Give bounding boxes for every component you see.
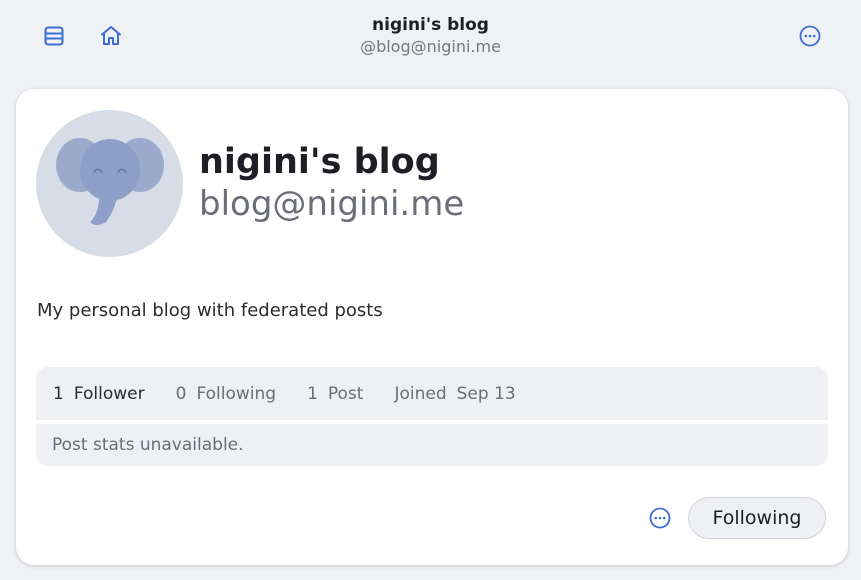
joined-date: Sep 13 [456,383,516,404]
header-title: nigini's blog [372,15,489,35]
profile-card: nigini's blog blog@nigini.me My personal… [16,89,848,565]
profile-stats: 1 Follower 0 Following 1 Post Joined Sep… [36,367,828,420]
header-subtitle: @blog@nigini.me [360,37,501,56]
posts-label: Post [327,383,364,404]
profile-more-icon[interactable] [647,505,673,531]
top-bar: nigini's blog @blog@nigini.me [0,0,861,74]
followers-label: Follower [73,383,145,404]
following-count: 0 [175,383,187,404]
following-button[interactable]: Following [688,497,826,539]
followers-count: 1 [53,383,64,404]
elephant-avatar-icon [56,138,164,225]
handle: blog@nigini.me [199,184,465,224]
post-stats-text: Post stats unavailable. [52,435,244,455]
bio: My personal blog with federated posts [37,300,383,321]
joined-stat: Joined Sep 13 [394,384,515,404]
joined-label: Joined [394,383,447,404]
following-stat[interactable]: 0 Following [176,384,276,404]
post-stats-panel: Post stats unavailable. [36,424,828,466]
more-icon[interactable] [792,18,828,54]
following-label: Following [196,383,277,404]
avatar[interactable] [36,110,183,257]
followers-stat[interactable]: 1 Follower [53,384,145,404]
posts-stat[interactable]: 1 Post [307,384,363,404]
page-title: nigini's blog @blog@nigini.me [0,14,861,58]
posts-count: 1 [307,383,318,404]
display-name: nigini's blog [199,142,440,182]
